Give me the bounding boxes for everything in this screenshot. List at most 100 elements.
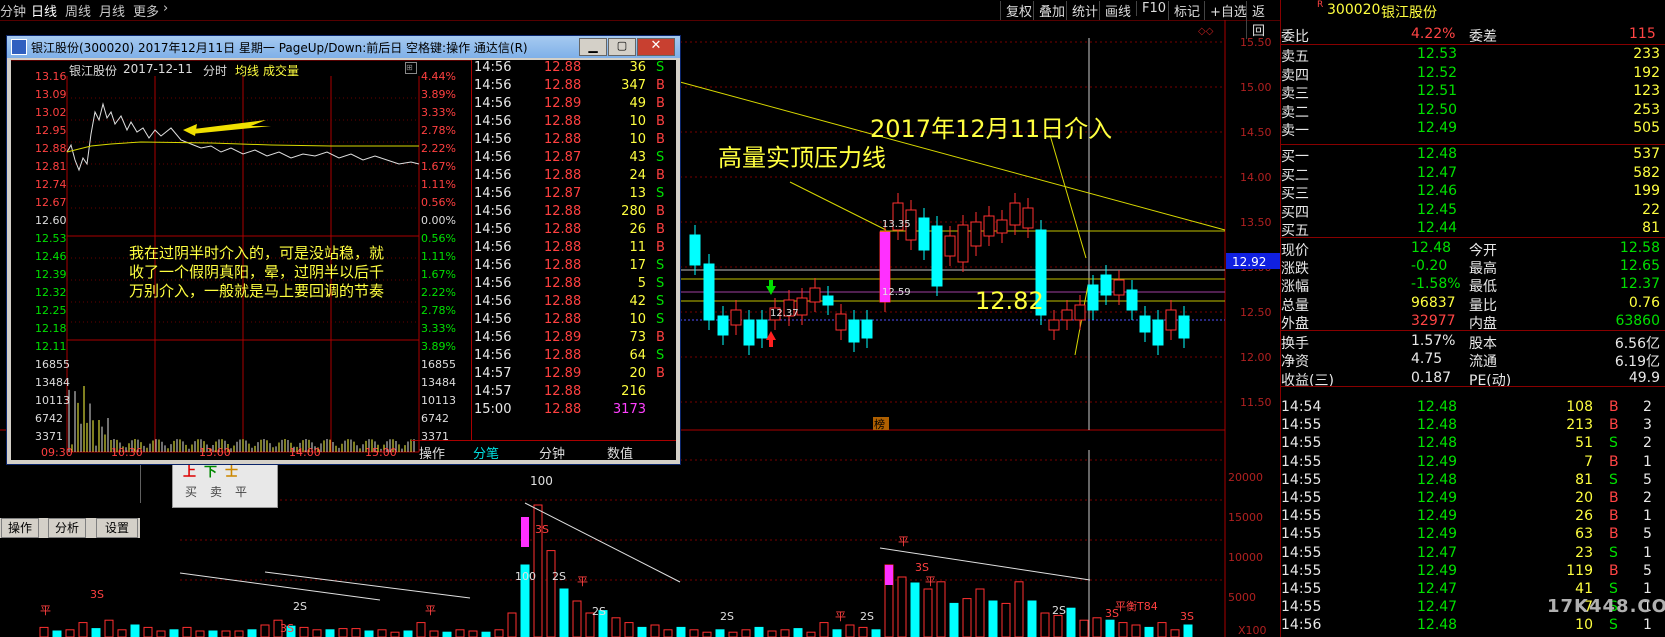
trade-volume: 10 (629, 114, 646, 129)
buy-row[interactable]: 买四 12.45 22 (1281, 201, 1665, 221)
tab-values[interactable]: 数值 (607, 443, 633, 462)
popup-titlebar[interactable]: 银江股份(300020) 2017年12月11日 星期一 PageUp/Down… (7, 36, 680, 58)
expand-icon[interactable]: ⊞ (405, 62, 417, 74)
chevron-right-icon[interactable]: › (163, 1, 168, 16)
trade-row[interactable]: 14:56 12.88 26 B (472, 222, 677, 240)
volume-label-100: 100 (530, 474, 553, 488)
tick-side: S (1609, 471, 1618, 488)
tab-more[interactable]: 更多 (133, 1, 159, 20)
trade-row[interactable]: 14:57 12.88 216 (472, 384, 677, 402)
tick-row[interactable]: 14:56 12.48 10 S 1 (1281, 617, 1665, 635)
stat-label: 现价 (1281, 243, 1309, 259)
tick-side: S (1609, 435, 1618, 452)
intraday-volume-bars (68, 386, 415, 452)
trade-row[interactable]: 14:56 12.88 11 B (472, 240, 677, 258)
tab-weekly[interactable]: 周线 (65, 1, 91, 20)
tab-monthly[interactable]: 月线 (99, 1, 125, 20)
side-operate-button[interactable]: 操作 (1, 518, 39, 538)
quote-panel: R 300020 银江股份 委比 4.22% 委差 115 卖五 12.53 233… (1280, 0, 1665, 637)
button-mark[interactable]: 标记 (1168, 1, 1205, 20)
buy-row[interactable]: 买一 12.48 537 (1281, 146, 1665, 165)
sell-row[interactable]: 卖四 12.52 192 (1281, 65, 1665, 84)
tick-row[interactable]: 14:55 12.49 26 B 1 (1281, 508, 1665, 526)
tick-row[interactable]: 14:55 12.47 23 S 1 (1281, 545, 1665, 563)
maximize-icon[interactable]: ▢ (608, 38, 636, 56)
trade-row[interactable]: 14:56 12.88 10 B (472, 132, 677, 150)
sell-row[interactable]: 卖一 12.49 505 (1281, 120, 1665, 139)
mini-sell[interactable]: 卖 (210, 483, 222, 500)
minimize-icon[interactable]: ▁ (579, 38, 607, 56)
button-overlay[interactable]: 叠加 (1033, 1, 1070, 20)
side-analyze-button[interactable]: 分析 (48, 518, 86, 538)
tick-row[interactable]: 14:55 12.49 63 B 5 (1281, 526, 1665, 544)
trade-row[interactable]: 14:56 12.88 10 B (472, 114, 677, 132)
volume-bar (351, 628, 361, 637)
trade-row[interactable]: 14:56 12.88 36 S (472, 60, 677, 78)
tab-ticks[interactable]: 分笔 (473, 443, 499, 462)
tick-row[interactable]: 14:55 12.48 51 S 2 (1281, 435, 1665, 453)
trade-row[interactable]: 14:56 12.88 5 S (472, 276, 677, 294)
intraday-type: 分时 (203, 64, 228, 78)
trade-volume: 49 (629, 96, 646, 111)
trade-row[interactable]: 15:00 12.88 3173 (472, 402, 677, 420)
trade-price: 12.88 (544, 294, 582, 309)
tick-volume: 23 (1575, 544, 1593, 561)
trade-row[interactable]: 14:56 12.89 49 B (472, 96, 677, 114)
tick-row[interactable]: 14:55 12.49 20 B 2 (1281, 490, 1665, 508)
button-draw[interactable]: 画线 (1099, 1, 1136, 20)
trade-row[interactable]: 14:56 12.88 64 S (472, 348, 677, 366)
tab-minute[interactable]: 分钟 (0, 1, 26, 20)
stat-label: 涨跌 (1281, 261, 1309, 278)
trade-row[interactable]: 14:56 12.88 42 S (472, 294, 677, 312)
volume-bar-highlight (885, 565, 893, 585)
side-settings-button[interactable]: 设置 (96, 518, 138, 538)
tab-operate[interactable]: 操作 (419, 443, 445, 462)
button-stats[interactable]: 统计 (1066, 1, 1103, 20)
trade-side: S (656, 60, 665, 75)
tick-time: 14:55 (1281, 417, 1322, 434)
button-f10[interactable]: F10 (1136, 1, 1171, 16)
vol-annotation: 2S (592, 605, 606, 618)
close-icon[interactable]: ✕ (637, 38, 675, 56)
trade-row[interactable]: 14:56 12.88 280 B (472, 204, 677, 222)
trade-row[interactable]: 14:56 12.87 43 S (472, 150, 677, 168)
trade-price: 12.88 (544, 114, 582, 129)
button-add-watch[interactable]: +自选 (1204, 1, 1252, 20)
trade-side: B (656, 204, 665, 219)
intraday-popup-window[interactable]: 银江股份(300020) 2017年12月11日 星期一 PageUp/Down… (6, 35, 681, 465)
trade-row[interactable]: 14:56 12.87 13 S (472, 186, 677, 204)
trade-row[interactable]: 14:56 12.88 17 S (472, 258, 677, 276)
tab-minutes[interactable]: 分钟 (539, 443, 565, 462)
trade-row[interactable]: 14:56 12.88 347 B (472, 78, 677, 96)
tick-row[interactable]: 14:55 12.48 81 S 5 (1281, 472, 1665, 490)
button-fuquan[interactable]: 复权 (1000, 1, 1037, 20)
left-axis-tick: 6742 (35, 412, 63, 425)
intraday-date: 2017-12-11 (123, 62, 193, 76)
trade-time: 15:00 (474, 402, 512, 417)
trade-row[interactable]: 14:57 12.89 20 B (472, 366, 677, 384)
sell-row[interactable]: 卖五 12.53 233 (1281, 46, 1665, 65)
volume-bar (403, 630, 413, 637)
trade-row[interactable]: 14:56 12.89 73 B (472, 330, 677, 348)
trade-row[interactable]: 14:56 12.88 10 S (472, 312, 677, 330)
right-axis-tick: 3.33% (421, 106, 456, 119)
mini-buy[interactable]: 买 (185, 483, 197, 500)
tick-row[interactable]: 14:55 12.49 7 B 1 (1281, 454, 1665, 472)
buy-row[interactable]: 买五 12.44 81 (1281, 220, 1665, 239)
buy-row[interactable]: 买三 12.46 199 (1281, 183, 1665, 202)
level-volume: 22 (1642, 201, 1660, 218)
tick-row[interactable]: 14:54 12.48 108 B 2 (1281, 399, 1665, 417)
sell-row[interactable]: 卖三 12.51 123 (1281, 83, 1665, 102)
tab-daily[interactable]: 日线 (31, 1, 57, 20)
tick-volume: 81 (1575, 471, 1593, 488)
sell-row[interactable]: 卖二 12.50 253 (1281, 102, 1665, 121)
trade-volume: 26 (629, 222, 646, 237)
tick-side: B (1609, 453, 1619, 470)
mini-flat[interactable]: 平 (235, 483, 247, 500)
trade-time: 14:56 (474, 60, 512, 75)
trade-row[interactable]: 14:56 12.88 24 B (472, 168, 677, 186)
trades-panel[interactable]: 14:56 12.88 36 S 14:56 12.88 347 B 14:56 12.89 49 B… (471, 60, 677, 440)
tick-row[interactable]: 14:55 12.49 119 B 5 (1281, 563, 1665, 581)
buy-row[interactable]: 买二 12.47 582 (1281, 165, 1665, 184)
tick-row[interactable]: 14:55 12.48 213 B 3 (1281, 417, 1665, 435)
